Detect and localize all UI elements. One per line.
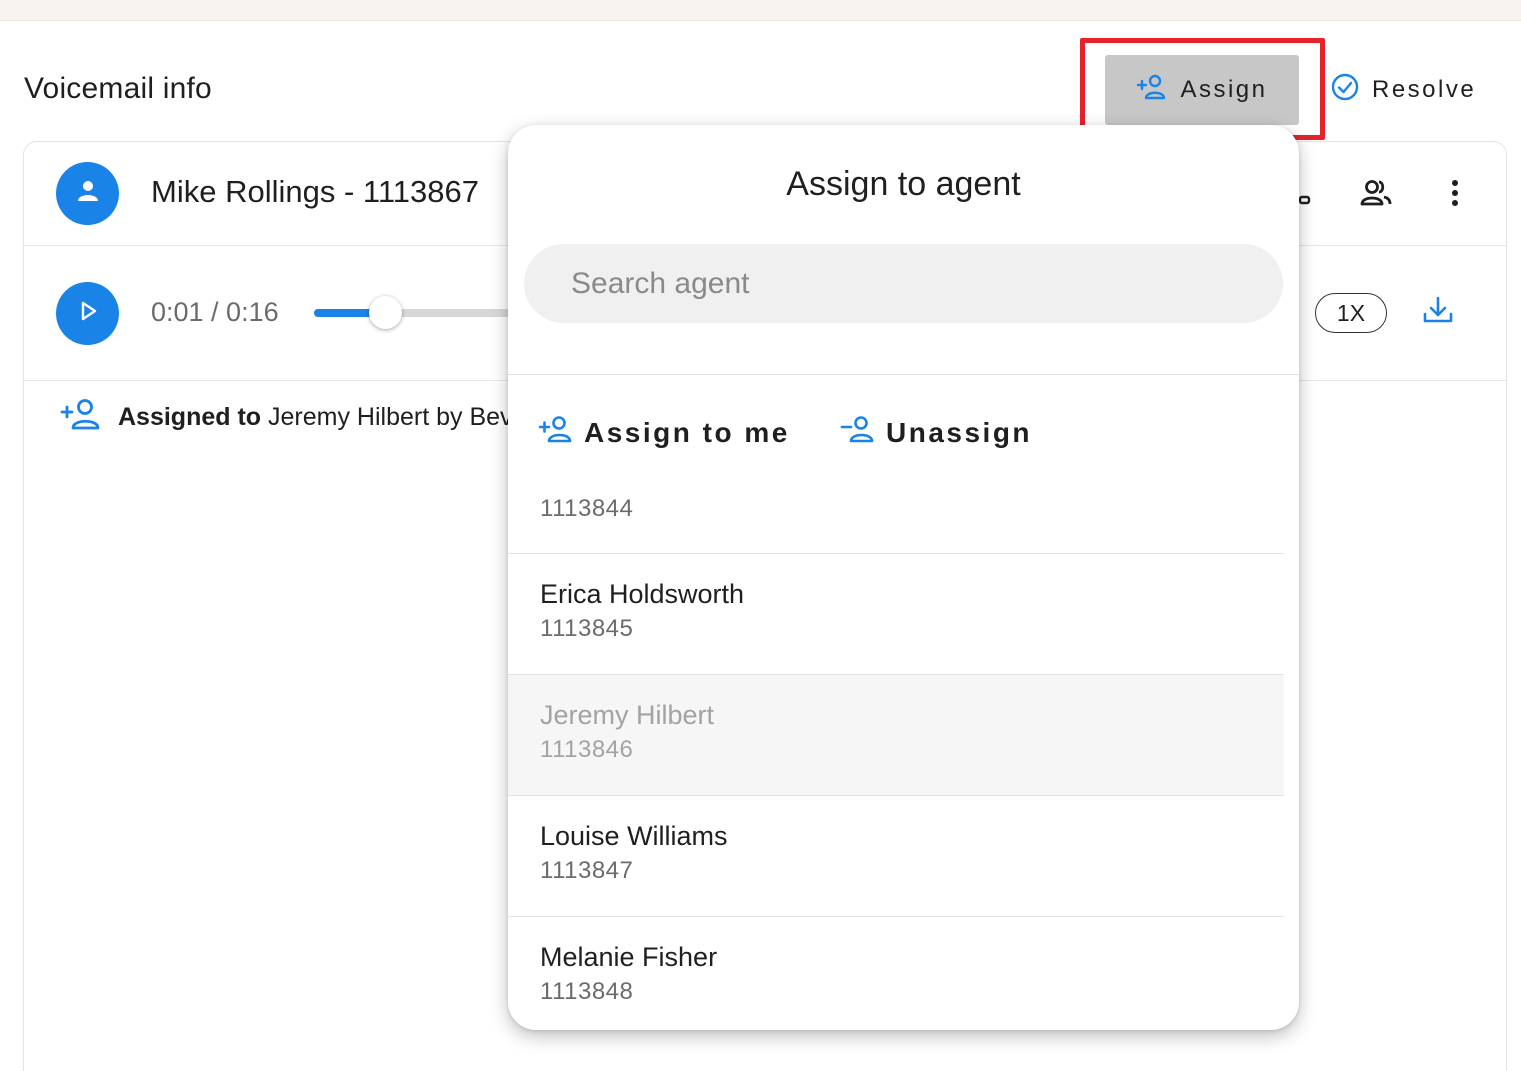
resolve-button[interactable]: Resolve bbox=[1330, 68, 1476, 112]
agent-extension: 1113844 bbox=[540, 495, 634, 522]
more-vert-icon[interactable] bbox=[1435, 173, 1475, 213]
agent-item[interactable]: 1113844 bbox=[508, 483, 1284, 554]
popup-divider bbox=[508, 374, 1299, 375]
person-add-icon bbox=[1136, 74, 1168, 107]
resolve-button-label: Resolve bbox=[1372, 76, 1477, 103]
agent-list: 1113844 Erica Holdsworth 1113845 Jeremy … bbox=[508, 483, 1284, 1030]
assign-agent-popup: Assign to agent Assign to me Unassign 11… bbox=[508, 125, 1299, 1030]
slider-fill bbox=[314, 309, 374, 317]
agent-extension: 1113848 bbox=[540, 978, 634, 1005]
person-add-icon bbox=[538, 415, 574, 450]
group-icon[interactable] bbox=[1356, 173, 1396, 213]
top-strip bbox=[0, 0, 1521, 21]
agent-name: Jeremy Hilbert bbox=[540, 700, 715, 730]
activity-entry: Assigned to Jeremy Hilbert by Bev bbox=[60, 398, 513, 437]
agent-item[interactable]: Melanie Fisher 1113848 bbox=[508, 917, 1284, 1030]
search-agent-input[interactable] bbox=[524, 244, 1283, 323]
agent-item[interactable]: Louise Williams 1113847 bbox=[508, 796, 1284, 917]
unassign-button[interactable]: Unassign bbox=[840, 415, 1032, 450]
playback-slider[interactable] bbox=[314, 309, 524, 317]
playback-time: 0:01 / 0:16 bbox=[151, 297, 279, 327]
activity-prefix: Assigned to bbox=[118, 403, 262, 431]
download-icon bbox=[1422, 295, 1454, 330]
page-title: Voicemail info bbox=[24, 72, 212, 105]
popup-title: Assign to agent bbox=[786, 165, 1021, 203]
person-remove-icon bbox=[840, 415, 876, 450]
caller-name: Mike Rollings - 1113867 bbox=[151, 174, 479, 209]
agent-name: Erica Holdsworth bbox=[540, 579, 745, 609]
agent-extension: 1113846 bbox=[540, 736, 634, 763]
avatar bbox=[56, 162, 119, 225]
assign-to-me-button[interactable]: Assign to me bbox=[538, 415, 790, 450]
unassign-label: Unassign bbox=[886, 416, 1033, 448]
assign-to-me-label: Assign to me bbox=[584, 416, 790, 448]
check-circle-icon bbox=[1330, 72, 1360, 109]
agent-extension: 1113845 bbox=[540, 615, 634, 642]
playback-speed-button[interactable]: 1X bbox=[1315, 293, 1387, 333]
play-button[interactable] bbox=[56, 282, 119, 345]
person-icon bbox=[75, 178, 101, 209]
agent-extension: 1113847 bbox=[540, 857, 634, 884]
assign-button-label: Assign bbox=[1180, 76, 1268, 103]
person-add-icon bbox=[60, 398, 102, 437]
play-icon bbox=[77, 300, 99, 327]
assign-button[interactable]: Assign bbox=[1105, 55, 1299, 125]
agent-name: Melanie Fisher bbox=[540, 942, 718, 972]
agent-name: Louise Williams bbox=[540, 821, 728, 851]
activity-text: Jeremy Hilbert by Bev bbox=[261, 403, 513, 431]
agent-item[interactable]: Erica Holdsworth 1113845 bbox=[508, 554, 1284, 675]
download-button[interactable] bbox=[1418, 292, 1458, 332]
slider-thumb[interactable] bbox=[369, 296, 402, 329]
agent-item-current: Jeremy Hilbert 1113846 bbox=[508, 675, 1284, 796]
